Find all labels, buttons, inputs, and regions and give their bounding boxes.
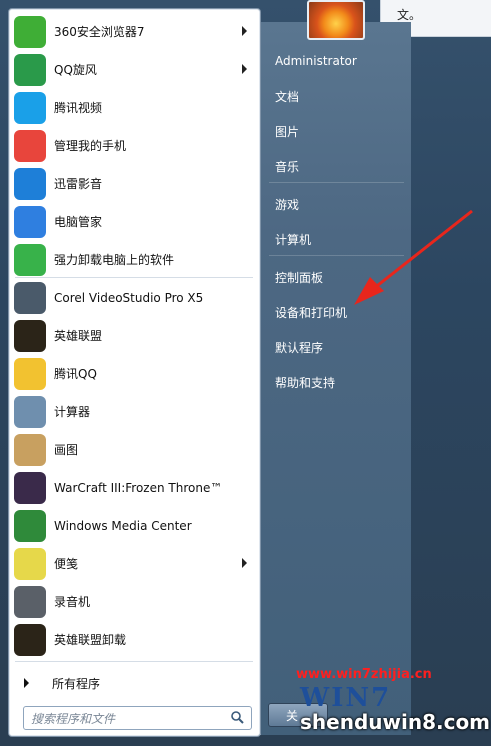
all-programs-separator [15, 661, 253, 662]
xunlei-player-icon [14, 167, 46, 200]
microphone-icon [14, 585, 46, 618]
program-label: 计算器 [54, 405, 91, 419]
menu-devices-printers[interactable]: 设备和打印机 [275, 304, 347, 321]
menu-music[interactable]: 音乐 [275, 158, 299, 175]
program-label: WarCraft III:Frozen Throne™ [54, 480, 223, 495]
tencent-video-icon [14, 91, 46, 124]
menu-games[interactable]: 游戏 [275, 196, 299, 213]
program-item[interactable]: WarCraft III:Frozen Throne™ [12, 469, 257, 506]
program-label: 管理我的手机 [54, 139, 127, 153]
360-browser-icon [14, 15, 46, 48]
program-item[interactable]: 管理我的手机 [12, 127, 257, 164]
pinned-separator [15, 277, 253, 278]
menu-computer[interactable]: 计算机 [275, 231, 311, 248]
program-item[interactable]: 腾讯QQ [12, 355, 257, 392]
program-label: Corel VideoStudio Pro X5 [54, 290, 204, 305]
start-menu-left-panel: 360安全浏览器7 QQ旋风腾讯视频管理我的手机 迅雷影音电脑管家强力卸载电脑上的软… [8, 8, 261, 737]
watermark-site-2: shenduwin8.com [300, 710, 491, 734]
program-label: 腾讯QQ [54, 367, 97, 381]
search-icon[interactable] [230, 710, 245, 725]
watermark-brand: WIN7 [300, 683, 392, 713]
search-placeholder: 搜索程序和文件 [31, 712, 116, 726]
program-item[interactable]: 英雄联盟卸载 [12, 621, 257, 658]
menu-help-support[interactable]: 帮助和支持 [275, 374, 335, 391]
program-label: 360安全浏览器7 [54, 25, 145, 39]
qq-penguin-icon [14, 357, 46, 390]
program-label: 英雄联盟 [54, 329, 103, 343]
windows-media-center-icon [14, 509, 46, 542]
sticky-notes-icon [14, 547, 46, 580]
menu-default-programs[interactable]: 默认程序 [275, 339, 323, 356]
qq-whirlwind-icon [14, 53, 46, 86]
all-programs-label: 所有程序 [52, 676, 101, 691]
program-item[interactable]: Windows Media Center [12, 507, 257, 544]
shutdown-label: 关 [286, 709, 299, 723]
program-item[interactable]: Corel VideoStudio Pro X5 [12, 279, 257, 316]
program-label: 电脑管家 [54, 215, 103, 229]
program-item[interactable]: 360安全浏览器7 [12, 13, 257, 50]
background-window-text: 文。 [397, 8, 422, 22]
submenu-arrow-icon [242, 558, 247, 568]
pc-manager-icon [14, 205, 46, 238]
program-item[interactable]: 电脑管家 [12, 203, 257, 240]
phone-manager-icon [14, 129, 46, 162]
uninstall-icon [14, 243, 46, 276]
program-item[interactable]: 计算器 [12, 393, 257, 430]
program-label: 腾讯视频 [54, 101, 103, 115]
lol-uninstall-icon [14, 623, 46, 656]
program-label: 英雄联盟卸载 [54, 633, 127, 647]
triangle-right-icon [24, 678, 29, 688]
lol-icon [14, 319, 46, 352]
submenu-arrow-icon [242, 64, 247, 74]
user-name-link[interactable]: Administrator [275, 54, 357, 68]
program-label: 强力卸载电脑上的软件 [54, 253, 175, 267]
start-menu-right-panel: Administrator 文档 图片 音乐 游戏 计算机 控制面板 设备和打印… [260, 22, 411, 735]
warcraft-icon [14, 471, 46, 504]
right-separator [269, 182, 404, 183]
menu-documents[interactable]: 文档 [275, 88, 299, 105]
program-item[interactable]: 强力卸载电脑上的软件 [12, 241, 257, 278]
program-label: 迅雷影音 [54, 177, 103, 191]
program-label: QQ旋风 [54, 63, 97, 77]
program-label: Windows Media Center [54, 518, 192, 533]
program-item[interactable]: 画图 [12, 431, 257, 468]
program-label: 便笺 [54, 557, 79, 571]
program-item[interactable]: QQ旋风 [12, 51, 257, 88]
annotation-arrow-icon [354, 209, 473, 305]
submenu-arrow-icon [242, 26, 247, 36]
calculator-icon [14, 395, 46, 428]
program-label: 画图 [54, 443, 79, 457]
all-programs-button[interactable]: 所有程序 [12, 669, 257, 697]
menu-pictures[interactable]: 图片 [275, 123, 299, 140]
corel-videostudio-icon [14, 281, 46, 314]
search-input[interactable]: 搜索程序和文件 [23, 706, 252, 730]
program-label: 录音机 [54, 595, 91, 609]
user-avatar[interactable] [307, 0, 365, 40]
program-item[interactable]: 录音机 [12, 583, 257, 620]
menu-control-panel[interactable]: 控制面板 [275, 269, 323, 286]
program-item[interactable]: 英雄联盟 [12, 317, 257, 354]
program-item[interactable]: 腾讯视频 [12, 89, 257, 126]
paint-icon [14, 433, 46, 466]
program-item[interactable]: 便笺 [12, 545, 257, 582]
watermark-site-1: www.win7zhijia.cn [296, 667, 432, 682]
program-item[interactable]: 迅雷影音 [12, 165, 257, 202]
